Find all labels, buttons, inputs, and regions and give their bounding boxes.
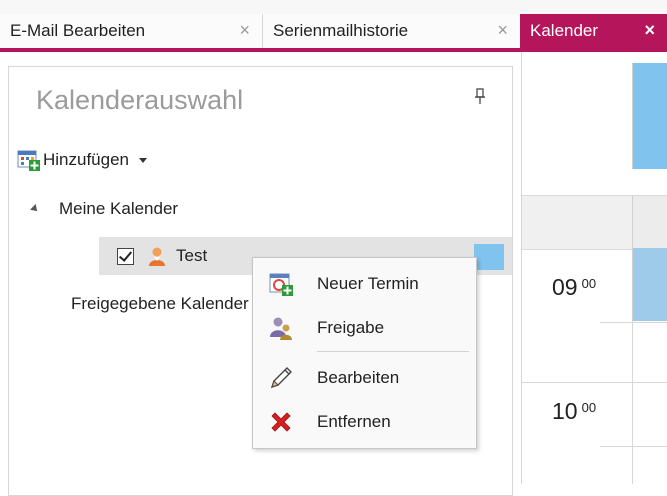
close-icon[interactable]: × bbox=[644, 20, 655, 41]
calendar-color-swatch bbox=[474, 244, 504, 270]
tab-kalender[interactable]: Kalender × bbox=[520, 14, 667, 48]
tab-label: Serienmailhistorie bbox=[273, 21, 409, 40]
calendar-checkbox[interactable] bbox=[117, 247, 134, 265]
add-calendar-icon bbox=[17, 150, 40, 171]
tree-group-meine-kalender[interactable]: Meine Kalender bbox=[30, 198, 179, 220]
close-icon[interactable]: × bbox=[497, 20, 508, 41]
all-day-appointment[interactable] bbox=[632, 63, 667, 169]
menu-separator bbox=[317, 351, 469, 352]
close-icon[interactable]: × bbox=[239, 20, 250, 41]
delete-icon bbox=[267, 408, 295, 436]
calendar-item-label: Test bbox=[176, 246, 208, 265]
menu-item-entfernen[interactable]: Entfernen bbox=[253, 404, 476, 440]
tab-bar: E-Mail Bearbeiten × Serienmailhistorie ×… bbox=[0, 0, 667, 52]
share-icon bbox=[267, 314, 295, 342]
appointment-block[interactable] bbox=[632, 248, 667, 321]
tree-group-label: Meine Kalender bbox=[59, 199, 179, 218]
expand-arrow-icon[interactable] bbox=[30, 204, 40, 214]
tab-email-bearbeiten[interactable]: E-Mail Bearbeiten × bbox=[0, 14, 262, 48]
panel-title: Kalenderauswahl bbox=[36, 85, 244, 115]
menu-item-label: Freigabe bbox=[317, 318, 385, 337]
calendar-view: 09 00 10 00 bbox=[521, 52, 667, 484]
context-menu: Neuer Termin Freigabe Bearbeiten Entfern… bbox=[252, 257, 477, 449]
add-calendar-label: Hinzufügen bbox=[43, 150, 130, 169]
hour-label-09: 09 00 bbox=[552, 274, 597, 300]
menu-item-bearbeiten[interactable]: Bearbeiten bbox=[253, 360, 476, 396]
menu-item-label: Bearbeiten bbox=[317, 368, 400, 387]
menu-item-freigabe[interactable]: Freigabe bbox=[253, 310, 476, 346]
pin-icon[interactable] bbox=[472, 87, 488, 107]
hour-label-10: 10 00 bbox=[552, 398, 597, 424]
calendar-day-header bbox=[522, 195, 667, 250]
add-calendar-button[interactable]: Hinzufügen bbox=[17, 149, 148, 171]
chevron-down-icon bbox=[139, 157, 148, 163]
tab-label: Kalender bbox=[530, 21, 599, 40]
person-icon bbox=[149, 247, 165, 266]
menu-item-label: Entfernen bbox=[317, 412, 391, 431]
tab-label: E-Mail Bearbeiten bbox=[10, 21, 146, 40]
new-appointment-icon bbox=[267, 270, 295, 298]
menu-item-label: Neuer Termin bbox=[317, 274, 419, 293]
tab-serienmailhistorie[interactable]: Serienmailhistorie × bbox=[262, 14, 520, 48]
shared-calendars-label[interactable]: Freigegebene Kalender bbox=[71, 294, 249, 314]
menu-item-neuer-termin[interactable]: Neuer Termin bbox=[253, 266, 476, 302]
pencil-icon bbox=[267, 364, 295, 392]
